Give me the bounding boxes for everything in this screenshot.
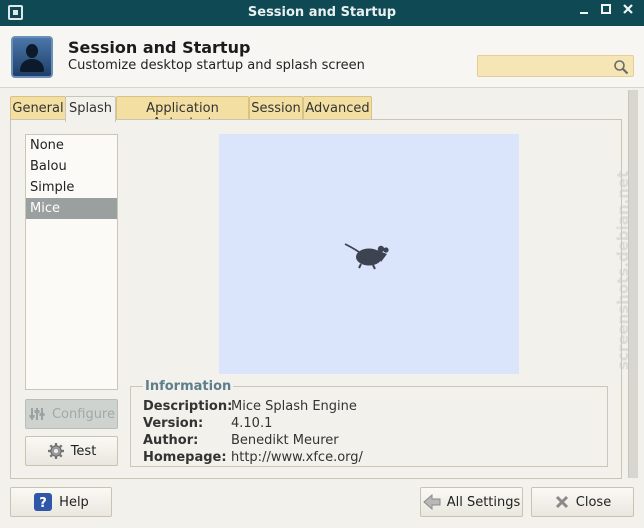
- page-subtitle: Customize desktop startup and splash scr…: [68, 58, 365, 73]
- maximize-button[interactable]: [596, 2, 616, 22]
- page-title: Session and Startup: [68, 38, 251, 57]
- svg-text:?: ?: [39, 496, 47, 511]
- configure-icon: [29, 408, 45, 420]
- list-item[interactable]: Balou: [26, 156, 117, 177]
- configure-label: Configure: [51, 406, 115, 422]
- session-startup-icon: [11, 36, 53, 78]
- information-legend: Information: [145, 379, 232, 394]
- info-row-version: Version: 4.10.1: [143, 416, 273, 431]
- maximize-icon: [601, 4, 611, 14]
- splash-preview: [219, 134, 519, 374]
- information-group: Information Description:Mice Splash Engi…: [130, 379, 608, 467]
- all-settings-button[interactable]: All Settings: [420, 487, 523, 517]
- search-input[interactable]: [477, 55, 634, 77]
- test-label: Test: [70, 443, 97, 459]
- configure-button[interactable]: Configure: [25, 399, 118, 429]
- test-button[interactable]: Test: [25, 436, 118, 466]
- minimize-icon: [580, 12, 588, 14]
- gear-icon: [47, 443, 64, 459]
- list-item[interactable]: Simple: [26, 177, 117, 198]
- list-item[interactable]: None: [26, 135, 117, 156]
- info-row-description: Description:Mice Splash Engine: [143, 399, 357, 414]
- info-row-author: Author: Benedikt Meurer: [143, 433, 339, 448]
- tab-general[interactable]: General: [10, 96, 66, 120]
- back-arrow-icon: [422, 494, 441, 510]
- list-item-selected[interactable]: Mice: [26, 198, 117, 219]
- help-icon: ?: [34, 493, 53, 511]
- close-icon: [623, 4, 633, 14]
- all-settings-label: All Settings: [446, 494, 521, 510]
- info-row-homepage: Homepage: http://www.xfce.org/: [143, 450, 363, 465]
- settings-window: Session and Startup Session and Startup …: [0, 0, 644, 528]
- splash-panel: None Balou Simple Mice Configure Test In…: [10, 119, 622, 479]
- xfce-mouse-icon: [344, 243, 389, 270]
- tab-advanced[interactable]: Advanced: [303, 96, 372, 120]
- help-button[interactable]: ? Help: [10, 487, 112, 517]
- search-icon[interactable]: [613, 59, 629, 75]
- title-bar[interactable]: Session and Startup: [0, 0, 644, 26]
- minimize-button[interactable]: [574, 2, 594, 22]
- tab-splash[interactable]: Splash: [65, 96, 116, 122]
- window-title: Session and Startup: [247, 5, 397, 20]
- close-label: Close: [575, 494, 612, 510]
- close-icon: [555, 495, 568, 509]
- help-label: Help: [59, 494, 89, 510]
- close-button[interactable]: Close: [531, 487, 634, 517]
- watermark: screenshots.debian.net: [614, 170, 632, 370]
- tab-session[interactable]: Session: [249, 96, 303, 120]
- close-window-button[interactable]: [618, 2, 638, 22]
- dialog-header: Session and Startup Customize desktop st…: [0, 26, 644, 88]
- splash-engine-list[interactable]: None Balou Simple Mice: [25, 134, 118, 390]
- tab-application-autostart[interactable]: Application Autostart: [116, 96, 249, 131]
